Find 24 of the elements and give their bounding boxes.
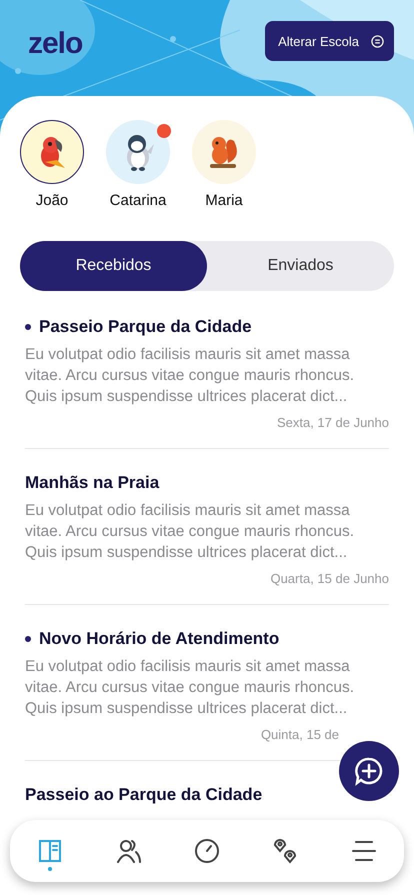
gauge-icon — [194, 838, 220, 864]
message-title[interactable]: Passeio ao Parque da Cidade — [25, 785, 262, 805]
tab[interactable]: Recebidos — [20, 241, 207, 291]
chat-plus-icon — [354, 756, 384, 786]
student-name: Catarina — [110, 192, 166, 209]
message-preview: Eu volutpat odio facilisis mauris sit amet massa vitae. Arcu cursus vitae congue mauris rhoncus. Quis ipsum suspendisse ultrices placerat dict... — [25, 657, 356, 719]
book-icon — [38, 839, 62, 863]
message-title[interactable]: Passeio Parque da Cidade — [39, 317, 252, 337]
student-name: João — [36, 192, 68, 209]
message-title[interactable]: Novo Horário de Atendimento — [39, 629, 280, 649]
users-icon — [116, 839, 142, 863]
map-pins-icon — [272, 838, 298, 864]
menu-icon — [352, 840, 376, 862]
message-date: Quarta, 15 de Junho — [270, 571, 389, 586]
active-dot — [48, 867, 52, 871]
tab[interactable]: Enviados — [207, 241, 394, 291]
message-preview: Eu volutpat odio facilisis mauris sit amet massa vitae. Arcu cursus vitae congue mauris rhoncus. Quis ipsum suspendisse ultrices placerat dict... — [25, 345, 356, 407]
change-school-button[interactable]: Alterar Escola — [265, 21, 394, 61]
student-name: Maria — [205, 192, 243, 209]
app-logo: zelo — [28, 27, 82, 61]
message-preview: Eu volutpat odio facilisis mauris sit amet massa vitae. Arcu cursus vitae congue mauris rhoncus. Quis ipsum suspendisse ultrices placerat dict... — [25, 501, 356, 563]
message-title[interactable]: Manhãs na Praia — [25, 473, 160, 493]
message-date: Sexta, 17 de Junho — [276, 415, 389, 430]
message-date: Quinta, 15 de — [260, 727, 339, 742]
